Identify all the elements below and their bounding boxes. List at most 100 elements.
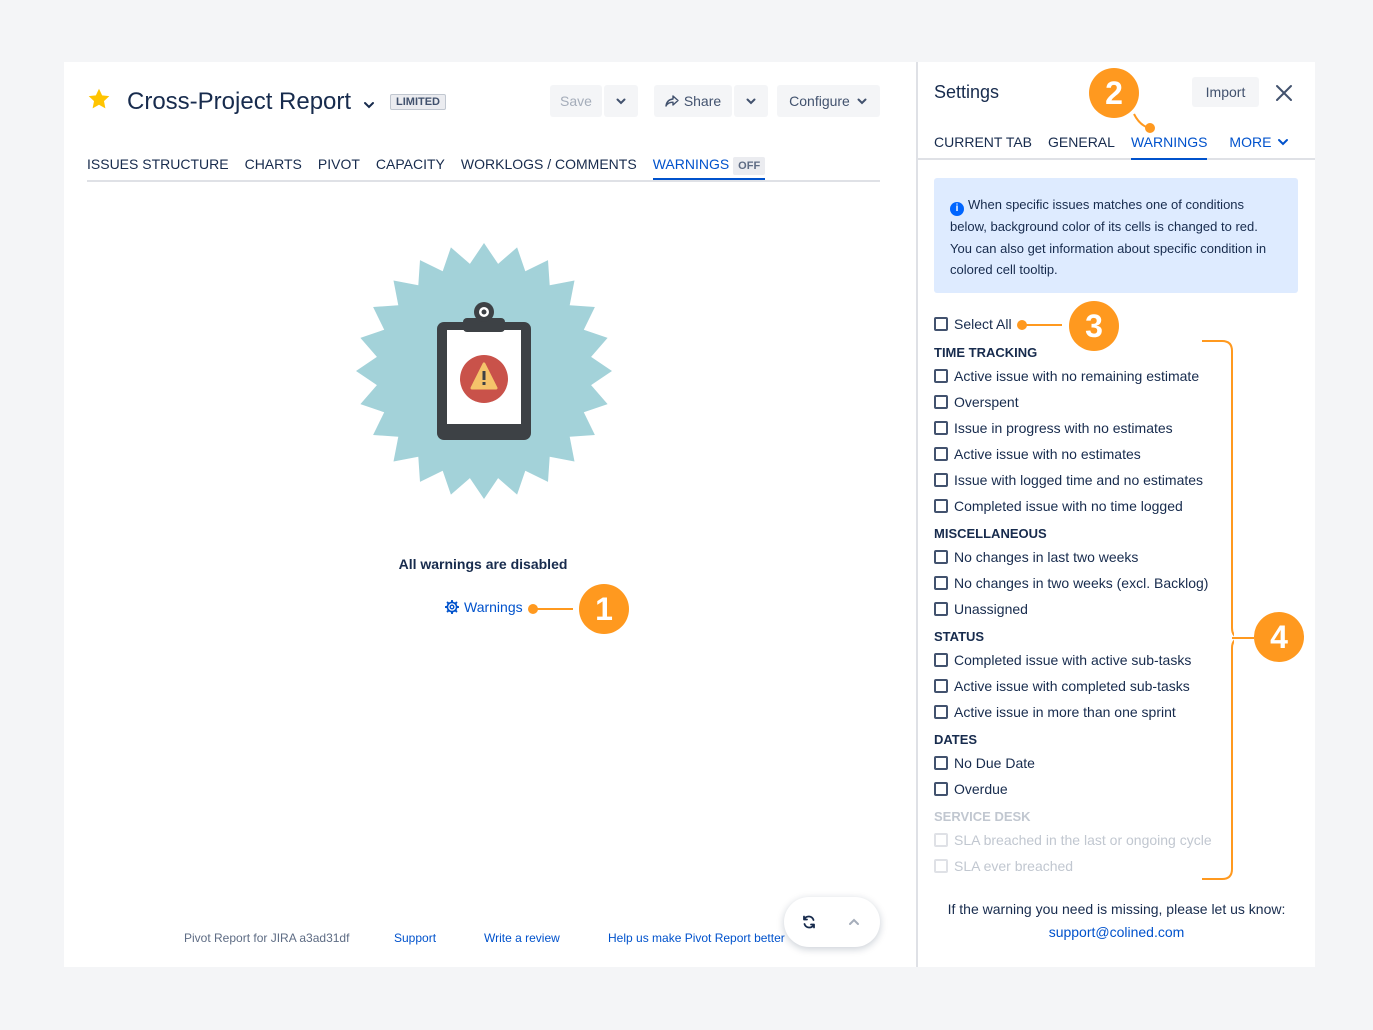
warning-option[interactable]: Active issue with no estimates — [934, 446, 1141, 462]
warning-option-disabled: SLA ever breached — [934, 858, 1073, 874]
configure-button[interactable]: Configure — [777, 85, 880, 117]
warning-option[interactable]: Completed issue with no time logged — [934, 498, 1183, 514]
warning-option[interactable]: Issue with logged time and no estimates — [934, 472, 1203, 488]
tab-capacity[interactable]: CAPACITY — [376, 156, 445, 182]
checkbox-box[interactable] — [934, 602, 948, 616]
checkbox-box[interactable] — [934, 421, 948, 435]
warning-option-label: SLA breached in the last or ongoing cycl… — [954, 832, 1212, 848]
support-email-link[interactable]: support@colined.com — [918, 924, 1315, 940]
warning-option-label: No changes in two weeks (excl. Backlog) — [954, 575, 1209, 591]
share-icon — [665, 95, 679, 107]
share-button[interactable]: Share — [654, 85, 732, 117]
group-time-tracking: TIME TRACKING — [934, 345, 1038, 360]
warnings-settings-link[interactable]: Warnings — [445, 599, 523, 615]
footer-review-link[interactable]: Write a review — [484, 931, 560, 945]
share-label: Share — [683, 93, 722, 109]
warning-option[interactable]: Overspent — [934, 394, 1019, 410]
settings-tab-warnings[interactable]: WARNINGS — [1130, 134, 1208, 160]
warning-option-label: Active issue with no estimates — [954, 446, 1141, 462]
tab-off-badge: OFF — [733, 157, 766, 175]
tab-pivot[interactable]: PIVOT — [318, 156, 360, 182]
warning-option-label: Issue with logged time and no estimates — [954, 472, 1204, 488]
checkbox-box — [934, 859, 948, 873]
share-dropdown-button[interactable] — [734, 85, 768, 117]
checkbox-box[interactable] — [934, 550, 948, 564]
chevron-down-icon[interactable] — [362, 98, 376, 112]
settings-tab-more[interactable]: MORE — [1229, 134, 1289, 160]
warning-option[interactable]: Active issue with completed sub-tasks — [934, 678, 1190, 694]
group-service-desk: SERVICE DESK — [934, 809, 1031, 824]
tab-worklogs-comments[interactable]: WORKLOGS / COMMENTS — [461, 156, 637, 182]
report-panel — [64, 62, 916, 967]
callout-1-line — [533, 608, 573, 610]
warning-option[interactable]: No changes in two weeks (excl. Backlog) — [934, 575, 1208, 591]
tab-warnings[interactable]: WARNINGS OFF — [652, 156, 766, 182]
empty-state-message: All warnings are disabled — [398, 556, 568, 572]
settings-footer-text: If the warning you need is missing, plea… — [947, 901, 1286, 917]
settings-tabs: CURRENT TAB GENERAL WARNINGS MORE — [934, 134, 1289, 160]
report-tabs: ISSUES STRUCTURE CHARTS PIVOT CAPACITY W… — [87, 156, 766, 182]
clipboard-warning-illustration — [356, 243, 612, 499]
callout-4: 4 — [1254, 612, 1304, 662]
chevron-down-icon — [616, 98, 626, 105]
warning-option[interactable]: No Due Date — [934, 755, 1035, 771]
warning-option-label: Completed issue with active sub-tasks — [954, 652, 1192, 668]
save-button[interactable]: Save — [550, 85, 602, 117]
report-title[interactable]: Cross-Project Report — [127, 88, 351, 116]
checkbox-box[interactable] — [934, 369, 948, 383]
warning-option-label: Active issue with completed sub-tasks — [954, 678, 1190, 694]
checkbox-box[interactable] — [934, 756, 948, 770]
group-status: STATUS — [934, 629, 985, 644]
checkbox-box[interactable] — [934, 499, 948, 513]
chevron-down-icon — [857, 98, 867, 105]
footer-support-link[interactable]: Support — [394, 931, 436, 945]
checkbox-box[interactable] — [934, 576, 948, 590]
checkbox-box[interactable] — [934, 705, 948, 719]
select-all-label: Select All — [954, 316, 1012, 332]
callout-2: 2 — [1089, 68, 1139, 118]
checkbox-box[interactable] — [934, 679, 948, 693]
warning-option-label: Completed issue with no time logged — [954, 498, 1183, 514]
warning-option-label: No changes in last two weeks — [954, 549, 1139, 565]
callout-4-bracket — [1202, 340, 1234, 880]
warning-option[interactable]: Unassigned — [934, 601, 1028, 617]
warning-option[interactable]: No changes in last two weeks — [934, 549, 1138, 565]
checkbox-box[interactable] — [934, 317, 948, 331]
refresh-icon[interactable] — [801, 914, 817, 930]
settings-tab-current[interactable]: CURRENT TAB — [934, 134, 1032, 160]
chevron-down-icon — [746, 98, 756, 105]
warning-option[interactable]: Active issue with no remaining estimate — [934, 368, 1199, 384]
chevron-down-icon — [1278, 139, 1289, 146]
warning-option-label: Overspent — [954, 394, 1019, 410]
select-all-checkbox[interactable]: Select All — [934, 316, 1012, 332]
warning-option[interactable]: Overdue — [934, 781, 1008, 797]
checkbox-box[interactable] — [934, 653, 948, 667]
close-icon[interactable] — [1275, 84, 1293, 102]
checkbox-box[interactable] — [934, 782, 948, 796]
checkbox-box[interactable] — [934, 473, 948, 487]
warning-option[interactable]: Issue in progress with no estimates — [934, 420, 1173, 436]
gear-icon — [445, 600, 459, 614]
warning-option-label: Unassigned — [954, 601, 1028, 617]
warning-option[interactable]: Completed issue with active sub-tasks — [934, 652, 1191, 668]
warning-option-label: Active issue with no remaining estimate — [954, 368, 1200, 384]
callout-1: 1 — [579, 584, 629, 634]
chevron-up-icon[interactable] — [847, 915, 861, 929]
callout-3-line — [1022, 324, 1062, 326]
footer-help-link[interactable]: Help us make Pivot Report better — [608, 931, 785, 945]
settings-title: Settings — [934, 82, 1000, 102]
tab-issues-structure[interactable]: ISSUES STRUCTURE — [87, 156, 229, 182]
import-button[interactable]: Import — [1192, 77, 1259, 107]
tab-charts[interactable]: CHARTS — [245, 156, 302, 182]
checkbox-box[interactable] — [934, 447, 948, 461]
callout-3: 3 — [1069, 301, 1119, 351]
warning-option-label: No Due Date — [954, 755, 1035, 771]
star-icon[interactable] — [86, 86, 112, 112]
checkbox-box[interactable] — [934, 395, 948, 409]
warning-option[interactable]: Active issue in more than one sprint — [934, 704, 1176, 720]
info-message: i When specific issues matches one of con… — [934, 178, 1298, 293]
settings-tab-general[interactable]: GENERAL — [1048, 134, 1115, 160]
checkbox-box — [934, 833, 948, 847]
group-miscellaneous: MISCELLANEOUS — [934, 526, 1047, 541]
save-dropdown-button[interactable] — [604, 85, 638, 117]
